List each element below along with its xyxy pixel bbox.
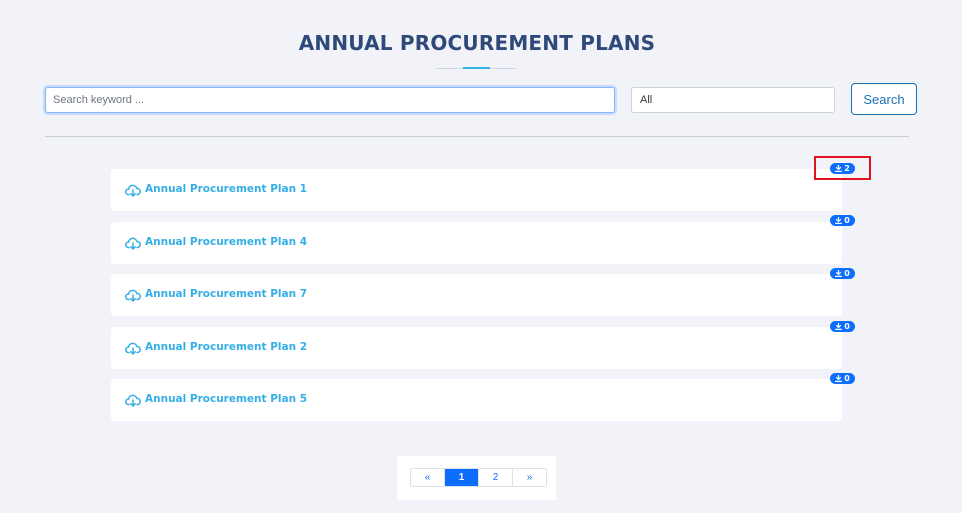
plan-link[interactable]: Annual Procurement Plan 4 (145, 236, 307, 248)
title-underline-accent (463, 67, 490, 69)
page-title: ANNUAL PROCUREMENT PLANS (298, 31, 656, 55)
search-input[interactable] (45, 87, 615, 113)
pagination-next-button[interactable]: » (512, 469, 546, 486)
divider (45, 136, 909, 137)
download-count: 0 (844, 374, 850, 383)
download-count: 0 (844, 322, 850, 331)
pagination-page-2[interactable]: 2 (478, 469, 512, 486)
download-icon (835, 375, 843, 382)
download-count: 0 (844, 216, 850, 225)
download-count-badge[interactable]: 0 (830, 373, 855, 384)
cloud-download-icon (125, 237, 141, 250)
pagination-prev-button[interactable]: « (411, 469, 444, 486)
pagination-container: « 1 2 » (397, 456, 556, 500)
pagination: « 1 2 » (410, 468, 547, 487)
highlight-annotation (814, 156, 871, 180)
plan-link[interactable]: Annual Procurement Plan 2 (145, 341, 307, 353)
plan-item[interactable]: Annual Procurement Plan 1 (111, 169, 842, 211)
download-count: 0 (844, 269, 850, 278)
plan-item[interactable]: Annual Procurement Plan 4 (111, 222, 842, 264)
filter-select[interactable]: All (631, 87, 835, 113)
download-icon (835, 217, 843, 224)
plan-link[interactable]: Annual Procurement Plan 7 (145, 288, 307, 300)
plan-link[interactable]: Annual Procurement Plan 5 (145, 393, 307, 405)
pagination-page-1[interactable]: 1 (444, 469, 478, 486)
plan-item[interactable]: Annual Procurement Plan 7 (111, 274, 842, 316)
cloud-download-icon (125, 184, 141, 197)
search-button[interactable]: Search (851, 83, 917, 115)
download-count-badge[interactable]: 0 (830, 268, 855, 279)
download-count-badge[interactable]: 0 (830, 321, 855, 332)
download-count-badge[interactable]: 0 (830, 215, 855, 226)
plan-item[interactable]: Annual Procurement Plan 2 (111, 327, 842, 369)
download-icon (835, 323, 843, 330)
download-icon (835, 270, 843, 277)
cloud-download-icon (125, 342, 141, 355)
plan-link[interactable]: Annual Procurement Plan 1 (145, 183, 307, 195)
plan-item[interactable]: Annual Procurement Plan 5 (111, 379, 842, 421)
cloud-download-icon (125, 289, 141, 302)
cloud-download-icon (125, 394, 141, 407)
